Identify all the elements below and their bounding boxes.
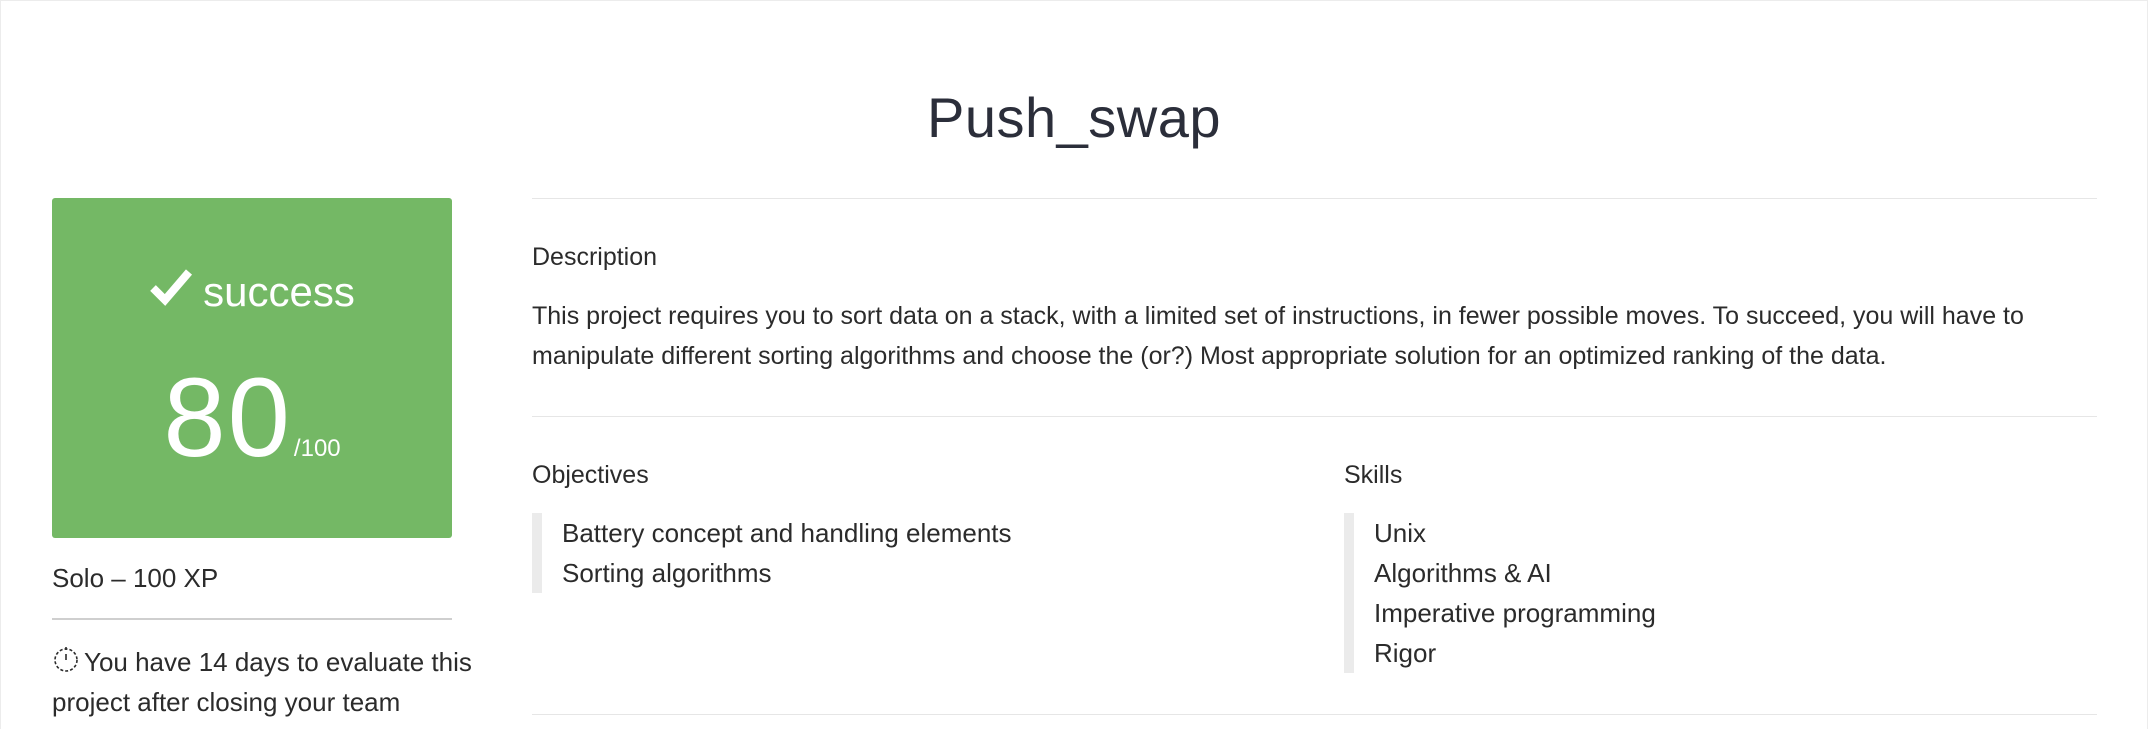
list-item: Imperative programming: [1374, 598, 1656, 628]
timer-icon: [54, 647, 78, 672]
divider: [532, 198, 2097, 199]
xp-info: Solo – 100 XP: [52, 563, 219, 593]
list-item: Unix: [1374, 518, 1427, 548]
score-max: /100: [293, 435, 341, 462]
list-item: Battery concept and handling elements: [562, 518, 1012, 548]
objectives-list: Battery concept and handling elements So…: [532, 513, 1012, 593]
check-icon: [150, 269, 193, 306]
list-item: Algorithms & AI: [1374, 558, 1552, 588]
evaluation-notice-text: You have 14 days to evaluate this projec…: [52, 647, 472, 717]
divider: [52, 618, 452, 620]
description-label: Description: [532, 243, 658, 271]
divider: [532, 714, 2097, 715]
list-item: Sorting algorithms: [562, 558, 772, 588]
evaluation-notice: You have 14 days to evaluate this projec…: [52, 642, 472, 722]
objectives-label: Objectives: [532, 461, 649, 489]
description-text: This project requires you to sort data o…: [532, 302, 2024, 370]
score: 80/100: [52, 358, 452, 512]
score-value: 80: [163, 355, 292, 480]
list-item: Rigor: [1374, 638, 1437, 668]
skills-list: Unix Algorithms & AI Imperative programm…: [1344, 513, 1656, 673]
skills-label: Skills: [1344, 461, 1403, 489]
status-card: success 80/100: [52, 198, 452, 538]
status-line: success: [52, 264, 452, 317]
divider: [532, 416, 2097, 417]
status-text: success: [203, 268, 355, 315]
page-title: Push_swap: [926, 86, 1221, 149]
